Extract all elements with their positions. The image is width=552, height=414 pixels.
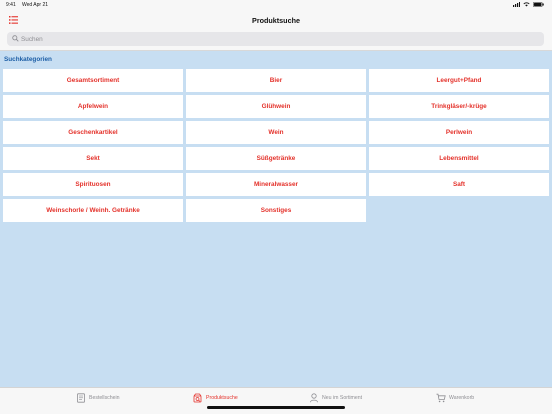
tab-label: Warenkorb	[449, 395, 475, 401]
home-indicator	[207, 406, 345, 409]
category-mineralwasser[interactable]: Mineralwasser	[186, 173, 366, 196]
tab-warenkorb[interactable]: Warenkorb	[436, 393, 474, 403]
category-geschenkartikel[interactable]: Geschenkartikel	[3, 121, 183, 144]
tab-neu-im-sortiment[interactable]: Neu im Sortiment	[309, 393, 362, 403]
tab-label: Bestellschein	[89, 395, 120, 401]
product-search-icon	[193, 393, 202, 403]
navigation-bar: Produktsuche	[0, 10, 552, 30]
category-apfelwein[interactable]: Apfelwein	[3, 95, 183, 118]
category-suessgetraenke[interactable]: Süßgetränke	[186, 147, 366, 170]
page-title: Produktsuche	[252, 16, 300, 25]
category-leergut-pfand[interactable]: Leergut+Pfand	[369, 69, 549, 92]
category-trinkglaeser-kruege[interactable]: Trinkgläser/-krüge	[369, 95, 549, 118]
category-weinschorle[interactable]: Weinschorle / Weinh. Getränke	[3, 199, 183, 222]
wifi-icon	[523, 2, 530, 7]
category-saft[interactable]: Saft	[369, 173, 549, 196]
battery-icon	[533, 2, 544, 7]
category-wein[interactable]: Wein	[186, 121, 366, 144]
new-items-icon	[310, 393, 318, 403]
cart-icon	[436, 393, 446, 403]
category-bier[interactable]: Bier	[186, 69, 366, 92]
category-gluehwein[interactable]: Glühwein	[186, 95, 366, 118]
category-gesamtsortiment[interactable]: Gesamtsortiment	[3, 69, 183, 92]
category-lebensmittel[interactable]: Lebensmittel	[369, 147, 549, 170]
tab-produktsuche[interactable]: Produktsuche	[193, 393, 238, 403]
tab-bar: Bestellschein Produktsuche Neu im Sortim…	[0, 387, 552, 414]
category-sonstiges[interactable]: Sonstiges	[186, 199, 366, 222]
order-form-icon	[77, 393, 85, 403]
signal-icon	[513, 2, 520, 7]
status-indicators	[513, 2, 544, 7]
tab-label: Produktsuche	[206, 395, 238, 401]
search-icon	[12, 35, 19, 42]
tab-label: Neu im Sortiment	[322, 395, 363, 401]
status-bar: 9:41 Wed Apr 21	[0, 0, 552, 10]
category-spirituosen[interactable]: Spirituosen	[3, 173, 183, 196]
search-field[interactable]	[7, 32, 544, 46]
search-input[interactable]	[21, 32, 521, 46]
status-time: 9:41	[6, 2, 16, 8]
tab-bestellschein[interactable]: Bestellschein	[76, 393, 120, 403]
section-header: Suchkategorien	[4, 56, 52, 63]
category-sekt[interactable]: Sekt	[3, 147, 183, 170]
status-date: Wed Apr 21	[22, 2, 49, 8]
category-perlwein[interactable]: Perlwein	[369, 121, 549, 144]
search-bar-container	[0, 30, 552, 51]
category-grid: Gesamtsortiment Bier Leergut+Pfand Apfel…	[3, 69, 549, 222]
